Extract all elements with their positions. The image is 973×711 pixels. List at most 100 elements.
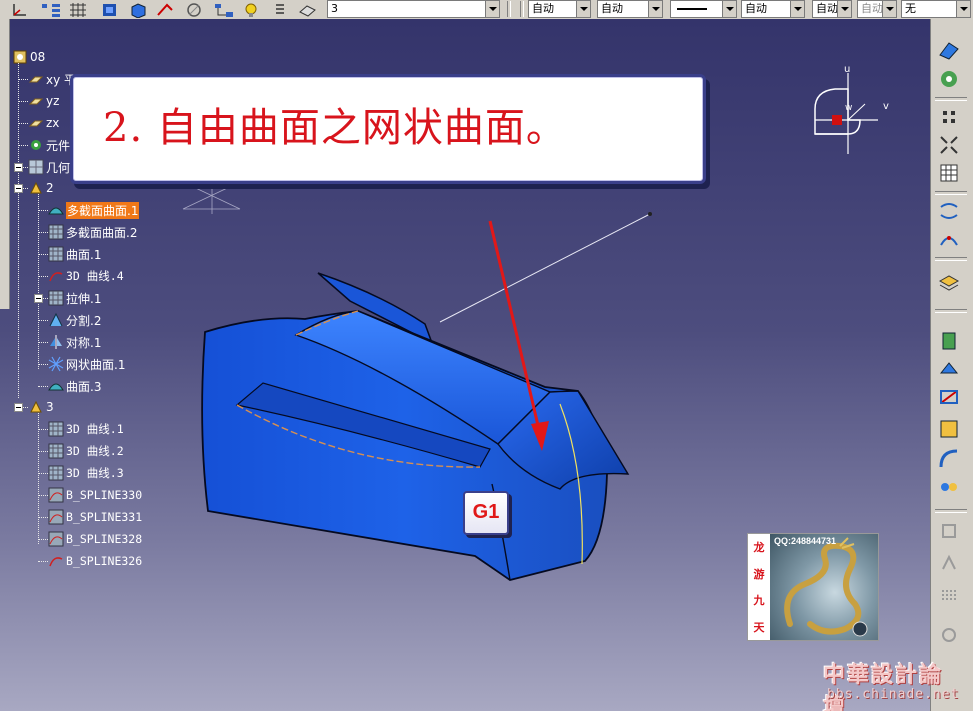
tree-structure-icon[interactable] [40, 1, 62, 18]
tree-item[interactable]: 3D 曲线.2 [48, 441, 124, 461]
tree-item[interactable]: 2 [28, 178, 54, 198]
plane-icon [28, 93, 44, 109]
linetype-preview-combo[interactable] [670, 0, 737, 18]
tree-item[interactable]: 3D 曲线.3 [48, 463, 124, 483]
tree-item[interactable]: 网状曲面.1 [48, 354, 125, 374]
axis-system-icon[interactable] [10, 1, 30, 18]
tree-item[interactable]: 元件 [28, 135, 70, 155]
layer-stack-icon[interactable] [937, 271, 961, 295]
extrude-icon[interactable] [937, 329, 961, 353]
tree-item[interactable]: B_SPLINE331 [48, 507, 142, 527]
table-icon[interactable] [937, 161, 961, 185]
tree-expander[interactable] [14, 163, 23, 172]
mesh-icon [48, 290, 64, 306]
tree-item-label: 多截面曲面.1 [66, 201, 140, 219]
fit-all-icon[interactable] [937, 133, 961, 157]
tree-expander[interactable] [34, 294, 43, 303]
plane-icon [28, 71, 44, 87]
tree-item-label: yz [46, 94, 60, 108]
leader-line [439, 213, 651, 323]
snap-icon[interactable] [155, 1, 177, 18]
chevron-down-icon[interactable] [485, 1, 499, 17]
tree-item[interactable]: 对称.1 [48, 332, 101, 352]
points-icon[interactable] [937, 105, 961, 129]
surf-icon [48, 378, 64, 394]
linewidth-combo[interactable]: 自动 [741, 0, 805, 18]
tree-connector [38, 276, 48, 277]
tree-item[interactable]: yz [28, 91, 59, 111]
offset-icon[interactable] [937, 357, 961, 381]
tree-connector [38, 232, 48, 233]
color-combo[interactable]: 自动 [528, 0, 591, 18]
material-icon[interactable] [297, 1, 321, 18]
forum-url: bbs.chinade.net [827, 687, 960, 702]
trim-icon[interactable] [937, 417, 961, 441]
translate-icon[interactable] [937, 475, 961, 499]
toolbar-separator [935, 191, 967, 195]
chevron-down-icon[interactable] [722, 1, 736, 17]
fillet-icon[interactable] [937, 447, 961, 471]
style-combo: 自动 [857, 0, 897, 18]
render-combo[interactable]: 无 [901, 0, 971, 18]
sketch-analysis-icon[interactable] [184, 1, 206, 18]
tree-item[interactable]: 曲面.1 [48, 244, 101, 264]
tree-item-label: 3 [46, 400, 54, 414]
tree-connector [38, 411, 39, 544]
tree-item-label: 对称.1 [66, 335, 102, 350]
tree-item[interactable]: 多截面曲面.2 [48, 222, 137, 242]
tree-item[interactable]: 曲面.3 [48, 376, 101, 396]
tree-item[interactable]: B_SPLINE326 [48, 551, 142, 571]
split-icon[interactable] [937, 385, 961, 409]
grid-icon[interactable] [68, 1, 90, 18]
tree-item[interactable]: 3 [28, 397, 54, 417]
forum-watermark: 中華設計論壇 bbs.chinade.net [817, 655, 965, 711]
tree-item[interactable]: 3D 曲线.4 [48, 266, 124, 286]
tree-item[interactable]: 3D 曲线.1 [48, 419, 124, 439]
tree-item-label: B_SPLINE331 [66, 510, 143, 524]
tree-item[interactable]: 分割.2 [48, 310, 101, 330]
watermark-qq: QQ:248844731 [774, 536, 837, 546]
compass-widget [814, 73, 878, 154]
tree-item-label: 3D 曲线.4 [66, 269, 124, 283]
list-icon[interactable] [273, 1, 287, 18]
chevron-down-icon[interactable] [837, 1, 851, 17]
chevron-down-icon[interactable] [956, 1, 970, 17]
tree-item[interactable]: B_SPLINE328 [48, 529, 142, 549]
tree-connector [18, 145, 28, 146]
tree-expander[interactable] [14, 184, 23, 193]
chevron-down-icon[interactable] [648, 1, 662, 17]
inactive-grid-icon [942, 590, 956, 600]
tree-connector [38, 561, 48, 562]
chevron-down-icon[interactable] [790, 1, 804, 17]
tree-item[interactable]: 几何 [28, 157, 70, 177]
watermark-char: 游 [753, 567, 765, 581]
watermark-side-text: 龙 游 九 天 [748, 534, 770, 640]
dragon-icon [784, 537, 868, 637]
tree-item-label: 多截面曲面.2 [66, 225, 138, 240]
left-toolbar-strip [0, 19, 10, 309]
tree-item[interactable]: B_SPLINE330 [48, 485, 142, 505]
connect-curve-icon[interactable] [937, 227, 961, 251]
tree-root[interactable]: 08 [12, 47, 45, 67]
sweep-icon[interactable] [937, 67, 961, 91]
surface-icon[interactable] [937, 39, 961, 63]
tree-item[interactable]: zx [28, 113, 59, 133]
blend-icon[interactable] [937, 199, 961, 223]
linetype-combo[interactable]: 自动 [812, 0, 852, 18]
leader-end [648, 212, 652, 216]
tree-connector [38, 342, 48, 343]
chevron-down-icon[interactable] [576, 1, 590, 17]
linetype-value: 自动 [816, 2, 838, 15]
layer-combo[interactable]: 3 [327, 0, 500, 18]
cube-icon[interactable] [128, 1, 150, 18]
work-plane-icon[interactable] [100, 1, 122, 18]
tree-item[interactable]: 拉伸.1 [48, 288, 101, 308]
hierarchy-icon[interactable] [213, 1, 235, 18]
light-bulb-icon[interactable] [241, 1, 267, 18]
transparency-combo[interactable]: 自动 [597, 0, 663, 18]
tree-expander[interactable] [14, 403, 23, 412]
right-toolbar [930, 19, 973, 711]
inactive-tool-icon [942, 524, 956, 538]
transparency-value: 自动 [601, 2, 623, 15]
tree-item[interactable]: 多截面曲面.1 [48, 200, 140, 220]
